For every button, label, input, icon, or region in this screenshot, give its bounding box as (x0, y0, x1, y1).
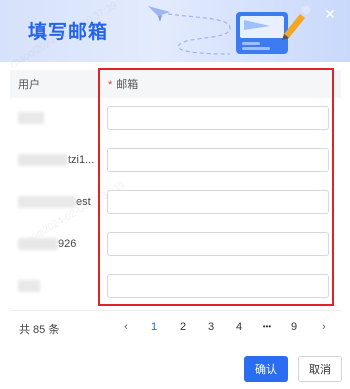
chevron-left-icon[interactable]: ‹ (118, 319, 134, 335)
user-cell (18, 280, 40, 294)
table-row: est (10, 182, 341, 224)
divider (10, 310, 341, 311)
paper-plane-icon (148, 6, 170, 16)
page-1[interactable]: 1 (146, 319, 162, 335)
user-email-table: 用户 * 邮箱 tzi1... est 926 (10, 70, 341, 310)
column-header-email-label: 邮箱 (116, 79, 139, 91)
column-header-user: 用户 (18, 79, 40, 91)
column-header-email: * 邮箱 (108, 76, 138, 92)
dialog-header: 填写邮箱 ✕ (0, 0, 350, 62)
table-row: 926 (10, 224, 341, 266)
close-icon[interactable]: ✕ (322, 6, 338, 22)
email-field[interactable] (107, 148, 329, 172)
page-2[interactable]: 2 (175, 319, 191, 335)
email-field[interactable] (107, 232, 329, 256)
email-field[interactable] (107, 106, 329, 130)
dialog-title: 填写邮箱 (28, 21, 109, 43)
user-cell (18, 112, 44, 126)
user-cell: 926 (18, 238, 76, 252)
email-field[interactable] (107, 274, 329, 298)
page-ellipsis[interactable]: ••• (259, 319, 275, 335)
page-3[interactable]: 3 (203, 319, 219, 335)
page-9[interactable]: 9 (286, 319, 302, 335)
required-mark: * (108, 79, 113, 91)
table-row (10, 98, 341, 140)
chevron-right-icon[interactable]: › (316, 319, 332, 335)
table-row (10, 266, 341, 308)
page-4[interactable]: 4 (231, 319, 247, 335)
confirm-button[interactable]: 确认 (244, 356, 288, 382)
table-header: 用户 * 邮箱 (10, 70, 341, 98)
table-row: tzi1... (10, 140, 341, 182)
email-field[interactable] (107, 190, 329, 214)
user-cell: tzi1... (18, 154, 94, 168)
user-cell: est (18, 196, 91, 210)
cancel-button[interactable]: 取消 (298, 356, 342, 382)
total-count: 共 85 条 (19, 324, 60, 336)
